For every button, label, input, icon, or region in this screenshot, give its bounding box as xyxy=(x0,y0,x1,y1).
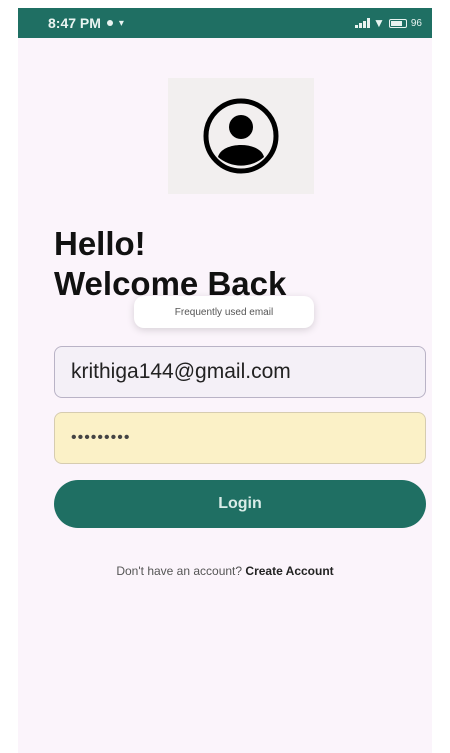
email-field[interactable]: krithiga144@gmail.com xyxy=(54,346,426,398)
signup-prompt: Don't have an account? Create Account xyxy=(18,564,432,578)
notification-dot-icon xyxy=(106,20,113,26)
user-profile-icon xyxy=(203,98,279,174)
create-account-link[interactable]: Create Account xyxy=(245,564,333,578)
battery-icon xyxy=(388,18,407,28)
password-value: ••••••••• xyxy=(71,429,131,446)
signal-icon xyxy=(354,18,370,28)
email-value: krithiga144@gmail.com xyxy=(71,360,291,383)
login-screen: 8:47 PM ▾ ▼ 96 Hello! Welcome Back Frequ… xyxy=(18,8,432,753)
login-button-label: Login xyxy=(218,495,262,512)
battery-level: 96 xyxy=(410,17,422,29)
avatar xyxy=(168,78,314,194)
wifi-small-icon: ▾ xyxy=(118,17,124,29)
autofill-tooltip[interactable]: Frequently used email xyxy=(134,296,314,328)
welcome-heading: Hello! Welcome Back xyxy=(54,224,286,304)
status-bar: 8:47 PM ▾ ▼ 96 xyxy=(18,8,432,38)
status-time: 8:47 PM xyxy=(48,15,101,31)
password-field[interactable]: ••••••••• xyxy=(54,412,426,464)
greeting-line-1: Hello! xyxy=(54,225,146,262)
wifi-icon: ▼ xyxy=(372,16,385,30)
autofill-tooltip-text: Frequently used email xyxy=(174,306,274,318)
signup-prompt-text: Don't have an account? xyxy=(116,564,243,578)
login-button[interactable]: Login xyxy=(54,480,426,528)
